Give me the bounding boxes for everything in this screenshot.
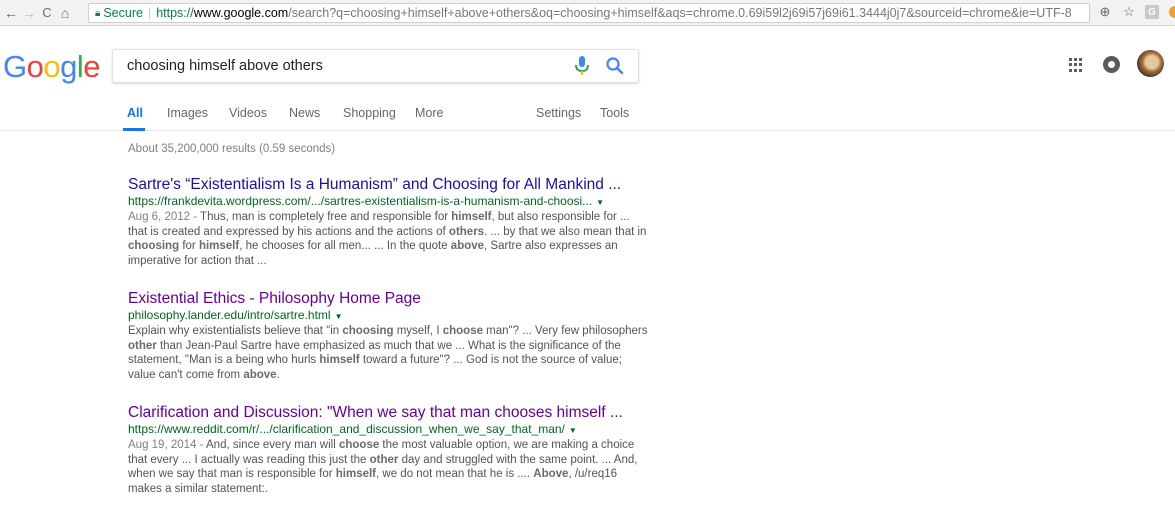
result-title-link[interactable]: Existential Ethics - Philosophy Home Pag… [128,290,648,308]
tab-shopping[interactable]: Shopping [343,106,396,120]
back-arrow-icon[interactable]: ← [2,3,20,23]
result-url: https://frankdevita.wordpress.com/.../sa… [128,194,648,210]
search-input[interactable] [113,58,572,74]
apps-grid-icon[interactable] [1069,58,1083,72]
logo-letter: e [83,49,101,84]
reload-icon[interactable]: C [38,3,56,23]
tab-news[interactable]: News [289,106,320,120]
search-result: Clarification and Discussion: "When we s… [128,404,648,496]
tab-all[interactable]: All [127,106,143,120]
result-url: https://www.reddit.com/r/.../clarificati… [128,422,648,438]
active-tab-indicator [123,128,145,131]
search-result: Sartre's “Existentialism Is a Humanism” … [128,176,648,268]
address-separator: | [147,6,152,20]
home-icon[interactable]: ⌂ [56,3,74,23]
tab-images[interactable]: Images [167,106,208,120]
result-snippet: Aug 19, 2014 - And, since every man will… [128,439,638,495]
tab-more[interactable]: More [415,106,443,120]
logo-letter: G [3,49,27,84]
account-avatar[interactable] [1137,50,1164,77]
result-title-link[interactable]: Sartre's “Existentialism Is a Humanism” … [128,176,648,194]
result-snippet: Explain why existentialists believe that… [128,325,648,381]
browser-toolbar: ← → C ⌂ 🔒︎ Secure | https://www.google.c… [0,0,1175,26]
search-icon[interactable] [604,55,626,77]
microphone-icon[interactable] [572,55,592,77]
result-snippet: Aug 6, 2012 - Thus, man is completely fr… [128,211,647,267]
url-host: www.google.com [193,6,289,20]
result-url-text: https://frankdevita.wordpress.com/.../sa… [128,194,593,208]
url-path: /search?q=choosing+himself+above+others&… [288,6,1072,20]
url-scheme: https:// [156,6,194,20]
tab-videos[interactable]: Videos [229,106,267,120]
bookmark-star-icon[interactable]: ☆ [1121,3,1137,21]
search-tabs: All Images Videos News Shopping More Set… [0,104,1175,131]
notifications-icon[interactable] [1103,56,1120,73]
forward-arrow-icon[interactable]: → [20,3,38,23]
caret-down-icon[interactable]: ▼ [569,426,577,435]
logo-letter: o [43,49,61,84]
search-header: Google All Images Videos News Shopping M [0,27,1175,131]
tab-tools[interactable]: Tools [600,106,629,120]
search-box[interactable] [112,49,639,83]
address-bar[interactable]: 🔒︎ Secure | https://www.google.com/searc… [88,3,1090,23]
logo-letter: o [26,49,44,84]
extension-orange-icon[interactable] [1167,3,1175,21]
caret-down-icon[interactable]: ▼ [335,312,343,321]
result-url: philosophy.lander.edu/intro/sartre.html ▼ [128,308,648,324]
location-icon[interactable]: ⊕ [1097,3,1113,21]
search-result: Existential Ethics - Philosophy Home Pag… [128,290,648,382]
result-title-link[interactable]: Clarification and Discussion: "When we s… [128,404,648,422]
extension-g-icon[interactable]: G [1145,5,1159,19]
result-stats: About 35,200,000 results (0.59 seconds) [128,143,336,155]
secure-label: Secure [103,6,143,20]
result-url-text: philosophy.lander.edu/intro/sartre.html [128,308,331,322]
caret-down-icon[interactable]: ▼ [596,198,604,207]
tab-settings[interactable]: Settings [536,106,581,120]
lock-icon: 🔒︎ [95,7,101,19]
logo-letter: g [60,49,77,84]
google-logo[interactable]: Google [3,49,101,85]
result-url-text: https://www.reddit.com/r/.../clarificati… [128,422,565,436]
